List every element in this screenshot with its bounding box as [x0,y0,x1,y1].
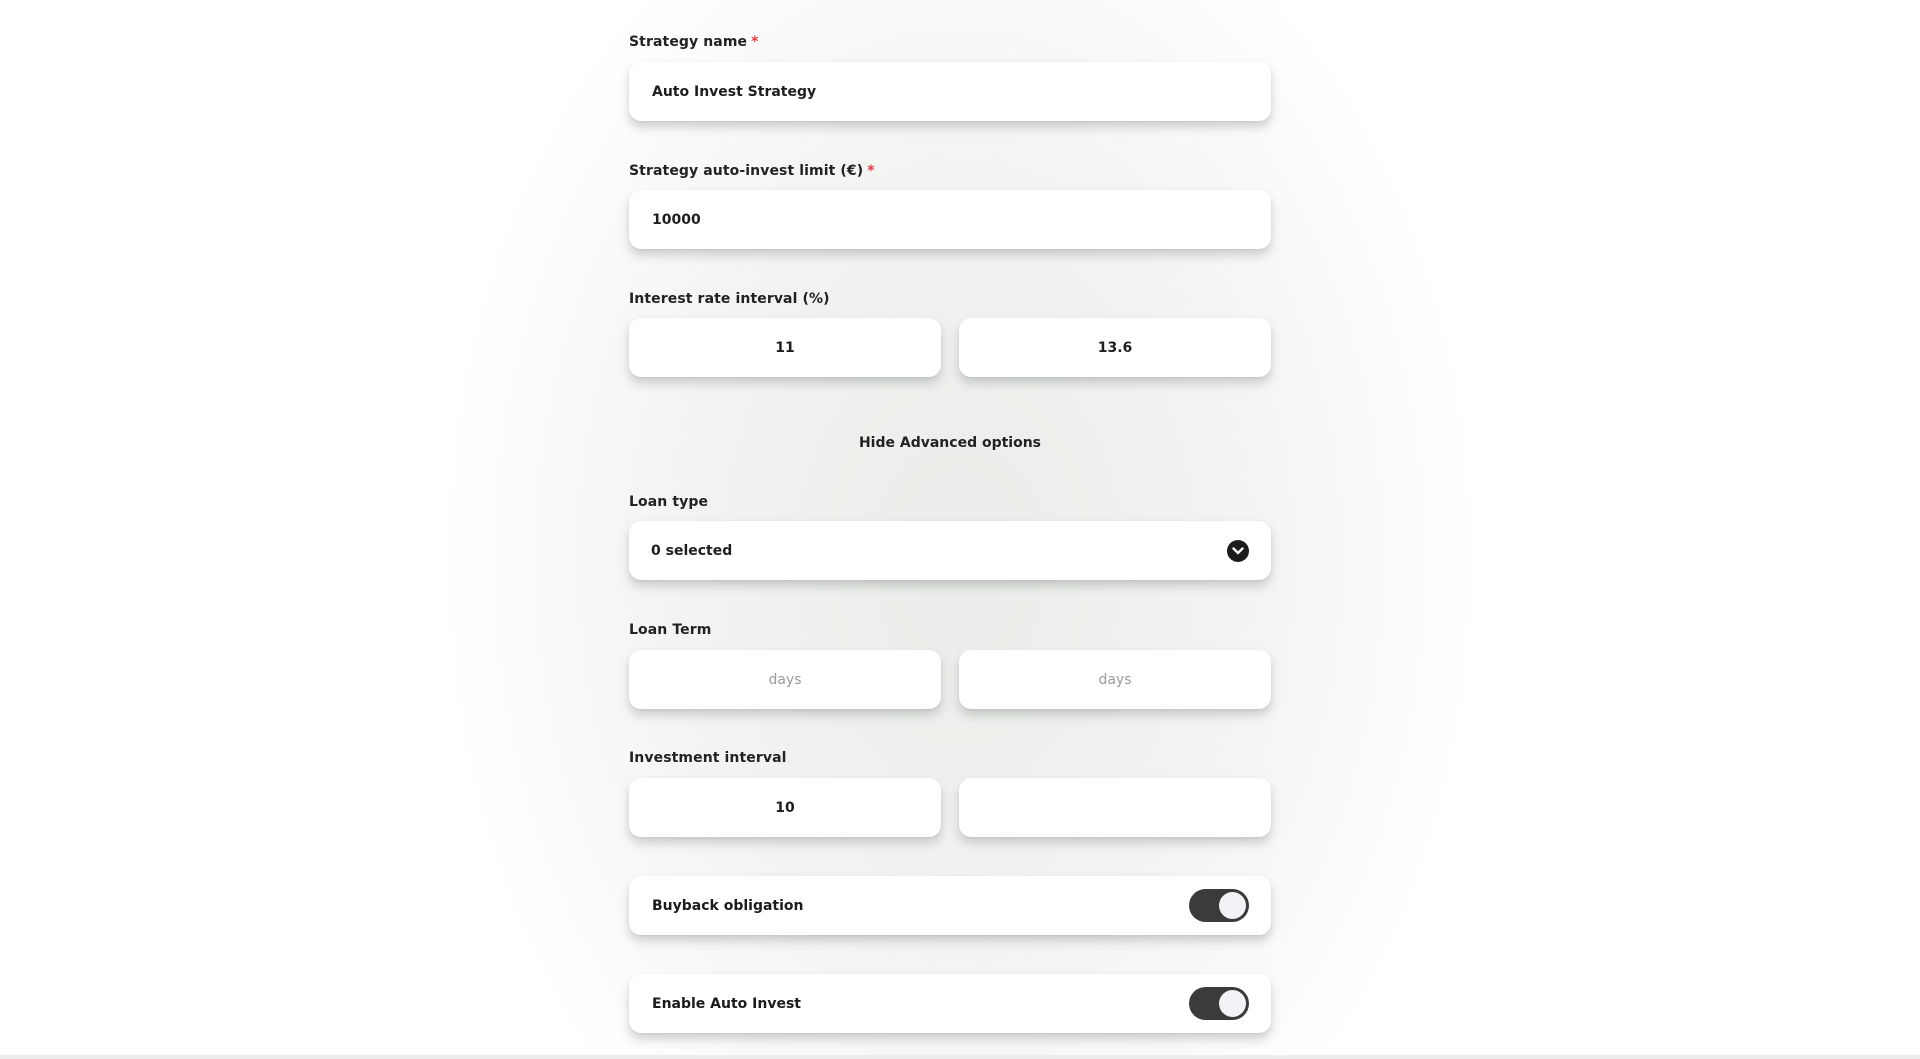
investment-interval-max-input[interactable] [959,778,1271,837]
enable-auto-invest-toggle[interactable] [1189,987,1249,1020]
interest-rate-min-value: 11 [775,339,795,356]
loan-type-select[interactable]: 0 selected [629,521,1271,580]
loan-term-max-placeholder: days [1098,671,1132,688]
invest-limit-label-text: Strategy auto-invest limit (€) [629,163,864,179]
interest-rate-label: Interest rate interval (%) [629,291,830,307]
hide-advanced-options-link[interactable]: Hide Advanced options [629,435,1271,451]
strategy-name-value: Auto Invest Strategy [652,83,817,100]
toggle-knob [1219,990,1246,1017]
enable-auto-invest-row: Enable Auto Invest [629,974,1271,1033]
required-mark: * [751,34,759,50]
investment-interval-min-value: 10 [775,799,795,816]
loan-type-selected-text: 0 selected [651,542,733,559]
page-bottom-edge [0,1055,1920,1059]
investment-interval-min-input[interactable]: 10 [629,778,941,837]
invest-limit-input[interactable]: 10000 [629,190,1271,249]
interest-rate-max-value: 13.6 [1097,339,1133,356]
loan-type-label: Loan type [629,494,709,510]
toggle-knob [1219,892,1246,919]
loan-term-min-input[interactable]: days [629,650,941,709]
required-mark: * [867,163,875,179]
chevron-down-icon [1227,540,1249,562]
strategy-name-label-text: Strategy name [629,34,748,50]
buyback-obligation-label: Buyback obligation [652,897,804,914]
buyback-obligation-toggle[interactable] [1189,889,1249,922]
strategy-name-input[interactable]: Auto Invest Strategy [629,62,1271,121]
invest-limit-value: 10000 [652,211,701,228]
interest-rate-min-input[interactable]: 11 [629,318,941,377]
strategy-name-label: Strategy name * [629,34,759,50]
buyback-obligation-row: Buyback obligation [629,876,1271,935]
interest-rate-max-input[interactable]: 13.6 [959,318,1271,377]
loan-term-min-placeholder: days [768,671,802,688]
loan-term-label: Loan Term [629,622,712,638]
enable-auto-invest-label: Enable Auto Invest [652,995,801,1012]
investment-interval-label: Investment interval [629,750,787,766]
invest-limit-label: Strategy auto-invest limit (€) * [629,163,875,179]
loan-term-max-input[interactable]: days [959,650,1271,709]
